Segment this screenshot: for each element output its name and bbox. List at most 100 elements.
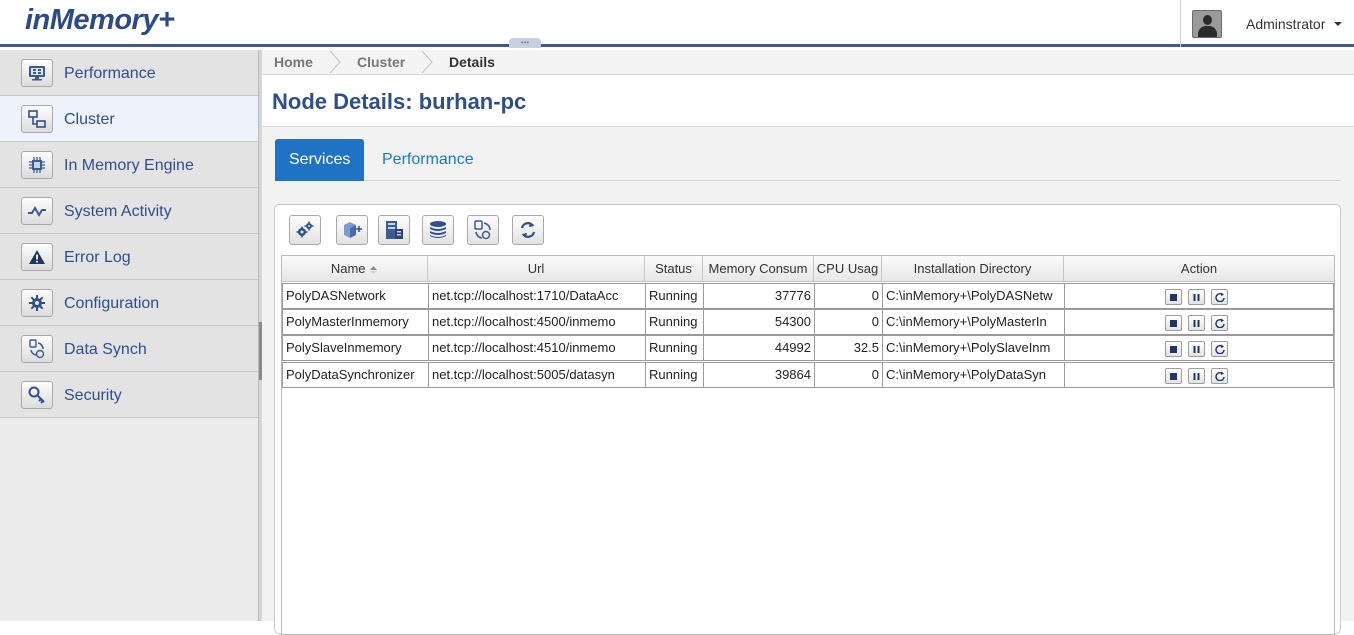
cell-name: PolyDASNetwork	[282, 283, 428, 309]
page-title: Node Details: burhan-pc	[272, 89, 527, 114]
sidebar-item-label: Security	[64, 387, 122, 404]
cell-memory: 37776	[703, 283, 814, 309]
sidebar-item-label: In Memory Engine	[64, 157, 194, 174]
table-row[interactable]: PolyMasterInmemory net.tcp://localhost:4…	[282, 309, 1334, 335]
cell-directory: C:\inMemory+\PolyDataSyn	[882, 362, 1064, 388]
restart-icon	[1214, 371, 1225, 381]
restart-icon	[1214, 318, 1225, 328]
stop-button[interactable]	[1165, 341, 1182, 357]
app-logo[interactable]: inMemory+	[25, 4, 175, 37]
column-header-status[interactable]: Status	[645, 256, 703, 282]
settings-button[interactable]	[289, 215, 321, 245]
stop-button[interactable]	[1165, 289, 1182, 305]
cell-url: net.tcp://localhost:5005/datasyn	[428, 362, 645, 388]
sidebar-item-in-memory-engine[interactable]: In Memory Engine	[0, 142, 258, 188]
stop-icon	[1170, 319, 1177, 327]
data-sync-icon	[474, 220, 491, 240]
sidebar-item-label: Data Synch	[64, 341, 147, 358]
pause-button[interactable]	[1188, 315, 1205, 331]
user-avatar-icon	[1192, 10, 1222, 38]
cell-directory: C:\inMemory+\PolyDASNetw	[882, 283, 1064, 309]
column-header-installation-directory[interactable]: Installation Directory	[882, 256, 1064, 282]
table-row[interactable]: PolySlaveInmemory net.tcp://localhost:45…	[282, 335, 1334, 361]
pause-icon	[1193, 293, 1200, 301]
cell-actions	[1064, 362, 1334, 388]
cell-directory: C:\inMemory+\PolySlaveInm	[882, 335, 1064, 361]
database-icon	[430, 221, 446, 238]
stop-button[interactable]	[1165, 315, 1182, 331]
breadcrumb-cluster[interactable]: Cluster	[357, 54, 405, 70]
sidebar-item-data-synch[interactable]: Data Synch	[0, 326, 258, 372]
tab-performance[interactable]: Performance	[368, 139, 488, 181]
restart-button[interactable]	[1211, 341, 1228, 357]
sidebar-item-label: Cluster	[64, 111, 115, 128]
services-table: Name Url Status Memory Consum CPU Usag I…	[281, 255, 1335, 635]
chip-icon	[21, 151, 53, 179]
activity-icon	[21, 197, 53, 225]
breadcrumb-home[interactable]: Home	[274, 54, 313, 70]
cell-url: net.tcp://localhost:1710/DataAcc	[428, 283, 645, 309]
sidebar-item-cluster[interactable]: Cluster	[0, 96, 258, 142]
cell-memory: 39864	[703, 362, 814, 388]
stop-icon	[1170, 293, 1177, 301]
sidebar-item-security[interactable]: Security	[0, 372, 258, 418]
user-menu[interactable]: Adminstrator	[1180, 0, 1354, 47]
cell-cpu: 0	[814, 309, 882, 335]
cell-status: Running	[645, 309, 703, 335]
chevron-down-icon[interactable]	[1334, 22, 1342, 26]
user-name[interactable]: Adminstrator	[1246, 16, 1325, 32]
key-icon	[21, 381, 53, 409]
column-header-memory[interactable]: Memory Consum	[703, 256, 814, 282]
stop-icon	[1170, 345, 1177, 353]
refresh-icon	[520, 222, 536, 238]
cell-actions	[1064, 335, 1334, 361]
restart-icon	[1214, 344, 1225, 354]
top-header: inMemory+ ••• Adminstrator	[0, 0, 1354, 48]
gear-icon	[21, 289, 53, 317]
pause-button[interactable]	[1188, 368, 1205, 384]
add-service-icon	[344, 222, 362, 238]
cell-actions	[1064, 283, 1334, 309]
main-content: Home Cluster Details Node Details: burha…	[262, 50, 1354, 635]
cell-memory: 54300	[703, 309, 814, 335]
sidebar-item-label: Performance	[64, 65, 156, 82]
pause-button[interactable]	[1188, 289, 1205, 305]
restart-icon	[1214, 292, 1225, 302]
services-panel: Name Url Status Memory Consum CPU Usag I…	[274, 204, 1341, 635]
cell-status: Running	[645, 335, 703, 361]
pause-icon	[1193, 319, 1200, 327]
table-header: Name Url Status Memory Consum CPU Usag I…	[282, 256, 1334, 282]
table-row[interactable]: PolyDASNetwork net.tcp://localhost:1710/…	[282, 283, 1334, 309]
column-header-cpu[interactable]: CPU Usag	[814, 256, 882, 282]
cell-url: net.tcp://localhost:4510/inmemo	[428, 335, 645, 361]
header-collapse-handle[interactable]: •••	[509, 38, 541, 48]
cell-memory: 44992	[703, 335, 814, 361]
database-button[interactable]	[422, 215, 454, 245]
refresh-button[interactable]	[512, 215, 544, 245]
sidebar-item-configuration[interactable]: Configuration	[0, 280, 258, 326]
restart-button[interactable]	[1211, 315, 1228, 331]
stop-button[interactable]	[1165, 368, 1182, 384]
settings-icon	[296, 221, 314, 238]
server-button[interactable]	[378, 215, 410, 245]
breadcrumb-separator-icon	[421, 51, 433, 73]
cluster-icon	[21, 105, 53, 133]
sidebar-item-error-log[interactable]: Error Log	[0, 234, 258, 280]
restart-button[interactable]	[1211, 289, 1228, 305]
restart-button[interactable]	[1211, 368, 1228, 384]
column-header-url[interactable]: Url	[428, 256, 645, 282]
warning-icon	[21, 243, 53, 271]
table-row[interactable]: PolyDataSynchronizer net.tcp://localhost…	[282, 362, 1334, 388]
data-sync-button[interactable]	[467, 215, 499, 245]
pause-button[interactable]	[1188, 341, 1205, 357]
sidebar-item-performance[interactable]: Performance	[0, 50, 258, 96]
tab-services[interactable]: Services	[275, 139, 364, 181]
breadcrumb-details: Details	[449, 54, 495, 70]
add-service-button[interactable]	[336, 215, 368, 245]
cell-actions	[1064, 309, 1334, 335]
sort-ascending-icon	[370, 265, 378, 274]
cell-url: net.tcp://localhost:4500/inmemo	[428, 309, 645, 335]
cell-directory: C:\inMemory+\PolyMasterIn	[882, 309, 1064, 335]
sidebar-item-system-activity[interactable]: System Activity	[0, 188, 258, 234]
column-header-name[interactable]: Name	[282, 256, 428, 282]
